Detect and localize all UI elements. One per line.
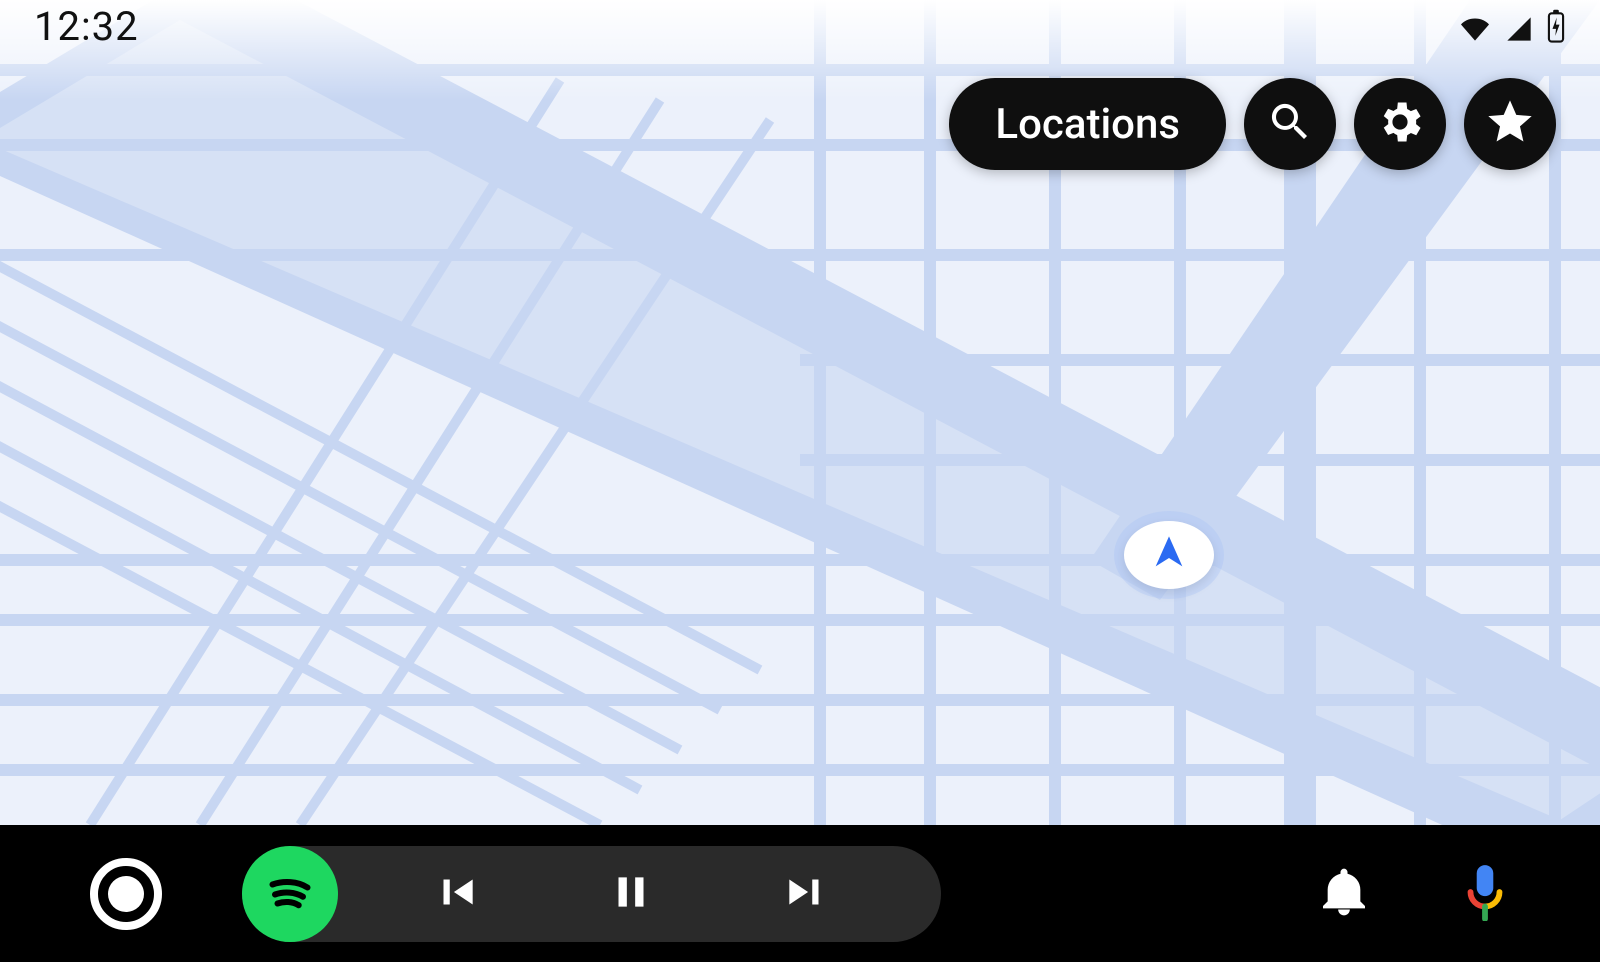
home-circle-icon <box>108 876 144 912</box>
locations-button[interactable]: Locations <box>949 78 1226 170</box>
settings-button[interactable] <box>1354 78 1446 170</box>
wifi-icon <box>1458 15 1492 43</box>
map-view[interactable]: 12:32 Locations <box>0 0 1600 825</box>
search-button[interactable] <box>1244 78 1336 170</box>
spotify-app-button[interactable] <box>242 846 338 942</box>
bottom-nav-bar <box>0 825 1600 962</box>
pause-icon <box>606 867 656 921</box>
clock: 12:32 <box>34 3 139 50</box>
skip-previous-icon <box>431 867 481 921</box>
status-bar: 12:32 <box>0 0 1600 52</box>
map-top-controls: Locations <box>949 78 1556 170</box>
pause-button[interactable] <box>543 846 718 942</box>
battery-charging-icon <box>1546 9 1566 43</box>
skip-next-button[interactable] <box>718 846 893 942</box>
favorites-button[interactable] <box>1464 78 1556 170</box>
navigation-arrow-icon <box>1149 533 1189 577</box>
spotify-icon <box>260 862 320 926</box>
notifications-icon <box>1316 864 1372 924</box>
skip-previous-button[interactable] <box>368 846 543 942</box>
media-controls <box>242 846 941 942</box>
home-button[interactable] <box>90 858 162 930</box>
skip-next-icon <box>781 867 831 921</box>
voice-assistant-icon <box>1460 863 1510 925</box>
search-icon <box>1266 98 1314 150</box>
notifications-button[interactable] <box>1316 864 1372 924</box>
star-icon <box>1484 96 1536 152</box>
current-location-puck[interactable] <box>1124 521 1214 589</box>
locations-label: Locations <box>995 100 1180 149</box>
cell-signal-icon <box>1502 15 1536 43</box>
voice-assistant-button[interactable] <box>1460 863 1510 925</box>
gear-icon <box>1374 96 1426 152</box>
